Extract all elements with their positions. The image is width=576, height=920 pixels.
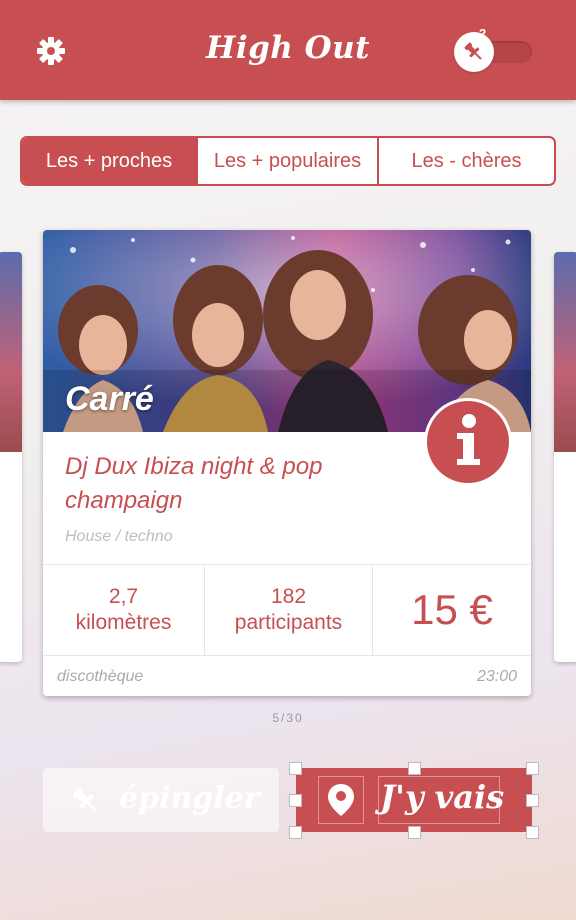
attend-button-label: J'y vais xyxy=(380,778,505,816)
pinned-count-badge: 2 xyxy=(479,26,487,41)
resize-handle[interactable] xyxy=(289,826,302,839)
resize-handle[interactable] xyxy=(526,762,539,775)
page-indicator: 5/30 xyxy=(272,711,304,725)
info-icon xyxy=(457,414,480,465)
tab-popular[interactable]: Les + populaires xyxy=(198,138,379,184)
next-event-photo xyxy=(554,252,576,452)
resize-handle[interactable] xyxy=(289,762,302,775)
event-category: discothèque xyxy=(57,668,144,685)
app-header: High Out 2 xyxy=(0,0,576,100)
pinned-events-button[interactable] xyxy=(454,32,494,72)
sort-filter-tabs: Les + proches Les + populaires Les - chè… xyxy=(20,136,556,186)
participants-stat: 182 participants xyxy=(205,565,373,655)
pushpin-icon xyxy=(72,787,98,813)
resize-handle[interactable] xyxy=(526,794,539,807)
resize-handle[interactable] xyxy=(526,826,539,839)
event-stats: 2,7 kilomètres 182 participants 15 € xyxy=(43,564,531,656)
resize-handle[interactable] xyxy=(289,794,302,807)
participants-unit: participants xyxy=(234,611,343,634)
price-stat: 15 € xyxy=(411,586,493,633)
event-time: 23:00 xyxy=(476,668,517,685)
previous-event-card[interactable] xyxy=(0,252,22,662)
location-pin-icon xyxy=(328,784,354,816)
resize-handle[interactable] xyxy=(408,762,421,775)
event-genre: House / techno xyxy=(65,528,173,545)
pin-button-label: épingler xyxy=(119,781,260,816)
next-event-card[interactable] xyxy=(554,252,576,662)
tab-closest[interactable]: Les + proches xyxy=(22,138,198,184)
distance-unit: kilomètres xyxy=(75,611,172,634)
tab-cheapest[interactable]: Les - chères xyxy=(379,138,554,184)
resize-handle[interactable] xyxy=(408,826,421,839)
attend-button[interactable]: J'y vais xyxy=(296,768,532,832)
distance-value: 2,7 xyxy=(108,585,139,608)
venue-name: Carré xyxy=(65,380,154,418)
previous-event-photo xyxy=(0,252,22,452)
info-button[interactable] xyxy=(424,398,512,486)
pin-icon xyxy=(464,42,482,60)
pin-event-button[interactable]: épingler xyxy=(43,768,279,832)
event-title: Dj Dux Ibiza night & pop champaign xyxy=(65,453,323,514)
distance-stat: 2,7 kilomètres xyxy=(43,565,205,655)
participants-value: 182 xyxy=(270,585,307,608)
